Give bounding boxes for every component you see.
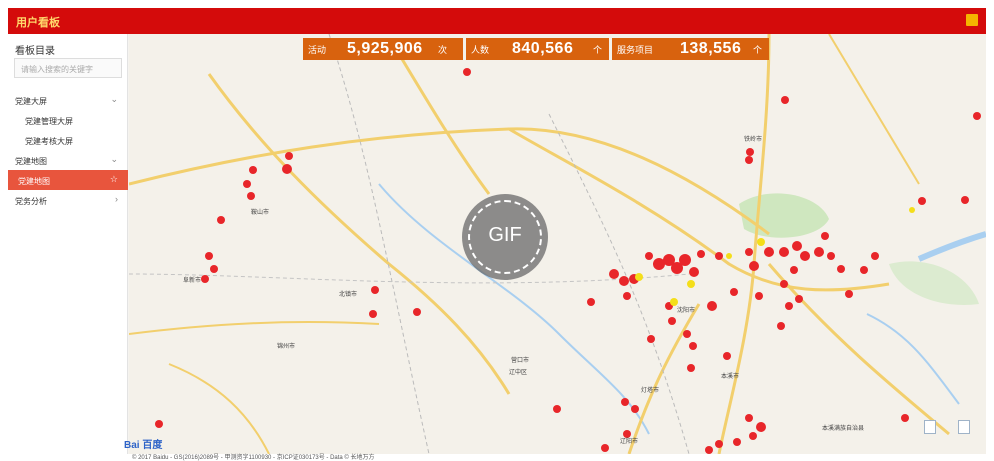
sidebar-item-label: 党建地图 [18,177,50,186]
map-view[interactable]: 铁岭市 沈阳市 本溪市 辽阳市 鞍山市 阜新市 锦州市 营口市 本溪满族自治县 … [129,34,986,454]
stat-value: 5,925,906 [347,40,423,57]
map-label: 沈阳市 [677,306,695,314]
stat-unit: 次 [438,45,448,55]
app-frame: 用户看板 看板目录 请输入搜索的关键字 党建大屏 ⌄ 党建管理大屏 党建考核大屏… [8,8,986,454]
page-title: 用户看板 [16,17,60,29]
stat-unit: 个 [593,45,603,55]
sidebar-item-dangjian-map-group[interactable]: 党建地图 ⌄ [8,150,128,170]
map-canvas: 铁岭市 沈阳市 本溪市 辽阳市 鞍山市 阜新市 锦州市 营口市 本溪满族自治县 … [129,34,986,454]
sidebar-item-management-screen[interactable]: 党建管理大屏 [8,110,128,130]
stat-value: 138,556 [680,40,742,57]
map-label: 锦州市 [277,342,295,350]
stat-label: 服务项目 [617,45,654,55]
sidebar-item-label: 党建地图 [15,157,47,166]
sidebar-item-label: 党务分析 [15,197,47,206]
chevron-right-icon: › [115,194,118,204]
map-label: 鞍山市 [251,208,269,216]
baidu-logo: Bai 百度 [124,440,163,451]
chevron-down-icon: ⌄ [110,94,118,104]
map-label: 阜新市 [183,276,201,284]
sidebar-item-label: 党建管理大屏 [25,117,73,126]
sidebar-item-label: 党建大屏 [15,97,47,106]
map-label: 辽中区 [509,368,527,376]
stat-unit: 个 [753,45,763,55]
pdf-icon[interactable] [958,420,970,434]
map-label: 营口市 [511,356,529,364]
sidebar-item-label: 党建考核大屏 [25,137,73,146]
stat-services: 服务项目 138,556 个 [612,38,769,60]
map-label: 本溪满族自治县 [822,424,864,432]
star-icon[interactable]: ☆ [110,174,118,185]
top-bar: 用户看板 [8,8,986,34]
sidebar-title: 看板目录 [15,46,55,57]
gif-play-overlay[interactable]: GIF [462,194,548,280]
sidebar-item-assessment-screen[interactable]: 党建考核大屏 [8,130,128,150]
gif-label: GIF [488,224,522,246]
stat-value: 840,566 [512,40,574,57]
sidebar: 看板目录 请输入搜索的关键字 党建大屏 ⌄ 党建管理大屏 党建考核大屏 党建地图… [8,34,128,454]
sidebar-item-party-analysis[interactable]: 党务分析 › [8,190,128,210]
stat-people: 人数 840,566 个 [466,38,609,60]
stat-label: 人数 [471,45,490,55]
map-label: 辽阳市 [620,437,638,445]
map-label: 北镇市 [339,290,357,298]
menu-icon[interactable] [966,14,978,26]
sidebar-item-dangjian-map[interactable]: 党建地图 ☆ [8,170,128,190]
search-input[interactable]: 请输入搜索的关键字 [14,58,122,78]
map-label: 灯塔市 [641,386,659,394]
stat-label: 活动 [308,45,327,55]
chevron-down-icon: ⌄ [110,154,118,164]
document-icon[interactable] [924,420,936,434]
sidebar-item-dangjian-daping[interactable]: 党建大屏 ⌄ [8,90,128,110]
map-label: 铁岭市 [744,135,762,143]
stat-activities: 活动 5,925,906 次 [303,38,463,60]
map-label: 本溪市 [721,372,739,380]
